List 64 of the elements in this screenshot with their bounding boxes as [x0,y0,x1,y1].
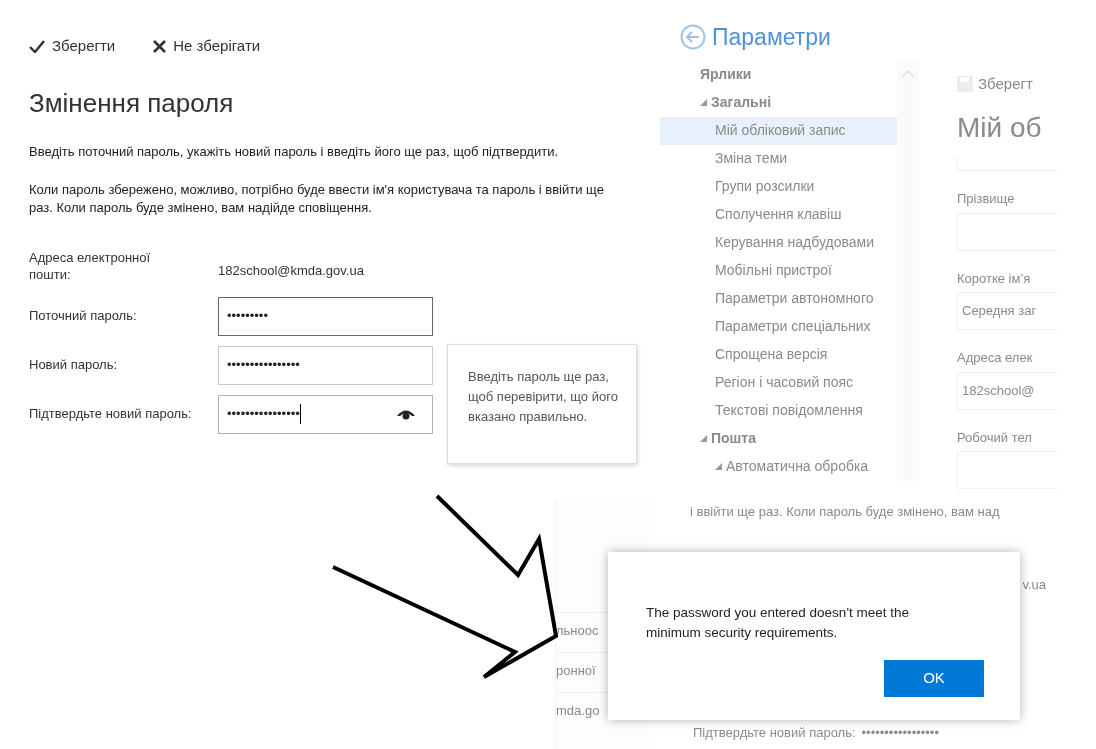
faded-text: і ввійти ще раз. Коли пароль буде змінено, вам над [690,503,1001,521]
field-label: Коротке ім’я [957,269,1032,288]
checkmark-icon [29,39,45,53]
eye-icon[interactable] [396,408,416,420]
nav-row-highlight[interactable]: Текстові повідомлення [660,396,897,425]
expand-triangle-icon[interactable] [715,463,722,470]
text-field[interactable]: 182school@ [957,371,1057,410]
settings-title: Параметри [712,23,831,52]
nav-row-highlight[interactable]: Керування надбудовами [660,228,897,257]
save-label: Зберегт [978,73,1033,94]
ok-button[interactable]: OK [884,660,984,697]
field-label: Прізвище [957,190,1016,208]
nav-row-highlight[interactable]: Спрощена версія [660,340,897,369]
back-icon[interactable] [680,24,706,51]
settings-nav-item[interactable]: Мобільні пристрої [715,260,832,281]
settings-nav-item[interactable]: Групи розсилки [715,176,815,197]
settings-nav-item[interactable]: Параметри автономного [715,288,874,309]
settings-nav-item[interactable]: Керування надбудовами [715,232,874,253]
settings-nav-item[interactable]: Спрощена версія [715,344,828,365]
password-field[interactable]: •••••••••••••••• [218,345,433,385]
settings-nav-item[interactable]: Автоматична обробка [726,456,869,477]
nav-row-highlight[interactable]: Групи розсилки [660,172,897,201]
instruction-text: Коли пароль збережено, можливо, потрібно буде ввести ім'я користувача та пароль і ввійти ще раз. Коли пароль буде змінено, вам надійде сповіщення. [29,180,605,217]
hint-tooltip: Введіть пароль ще раз, щоб перевірити, що його вказано правильно. [447,343,637,464]
settings-nav-item[interactable]: Сполучення клавіш [715,204,842,225]
instruction-text: Введіть поточний пароль, укажіть новий пароль і введіть його ще раз, щоб підтвердити. [29,142,560,161]
text-field[interactable]: Середня заг [957,292,1057,330]
password-field[interactable]: •••••••••••••••• [218,394,433,434]
page-title: Змінення пароля [29,86,235,120]
field-label: Новий пароль: [29,356,119,375]
field-label: Підтвердьте новий пароль: [29,405,193,424]
field-label: Адреса елек [957,349,1034,367]
expand-triangle-icon[interactable] [700,435,707,442]
settings-nav-item[interactable]: Зміна теми [715,148,788,169]
faded-text: v.ua [1022,576,1046,594]
text-cursor [299,404,301,424]
settings-nav-item[interactable]: Пошта [711,428,756,449]
nav-row-highlight[interactable]: Параметри спеціальних [660,312,897,341]
faded-text: ••••••••••••••••• [861,724,939,742]
settings-nav-item[interactable]: Регіон і часовий пояс [715,372,854,393]
settings-nav-item[interactable]: Ярлики [700,64,752,85]
field-label: Адреса електронної пошти: [29,248,152,283]
nav-row-highlight[interactable]: Сполучення клавіш [660,200,897,229]
nav-row-highlight[interactable]: Зміна теми [660,144,897,173]
faded-text: Підтвердьте новий пароль: [693,724,856,742]
close-icon [153,39,167,53]
field-label: Поточний пароль: [29,307,138,326]
settings-nav-item[interactable]: Загальні [711,92,772,113]
nav-row-highlight[interactable]: Регіон і часовий пояс [660,368,897,397]
field-label: Робочий тел [957,428,1033,447]
settings-nav-item[interactable]: Мій обліковий запис [715,120,846,141]
settings-heading: Мій об [957,111,1043,145]
toolbar-button[interactable]: Зберегти [29,35,116,58]
email-value: 182school@kmda.gov.ua [218,261,364,280]
settings-nav-item[interactable]: Текстові повідомлення [715,400,863,421]
password-field[interactable]: ••••••••• [218,296,433,336]
nav-row-highlight[interactable]: Параметри автономного [660,284,897,313]
settings-nav-item[interactable]: Параметри спеціальних [715,316,871,337]
scrollbar[interactable] [897,60,919,481]
nav-row-highlight[interactable]: Мобільні пристрої [660,256,897,285]
nav-row-highlight[interactable]: Автоматична обробка [660,452,897,481]
expand-triangle-icon[interactable] [700,99,707,106]
toolbar-button[interactable]: Не зберігати [153,35,261,58]
nav-row-highlight[interactable]: Мій обліковий запис [660,116,897,145]
